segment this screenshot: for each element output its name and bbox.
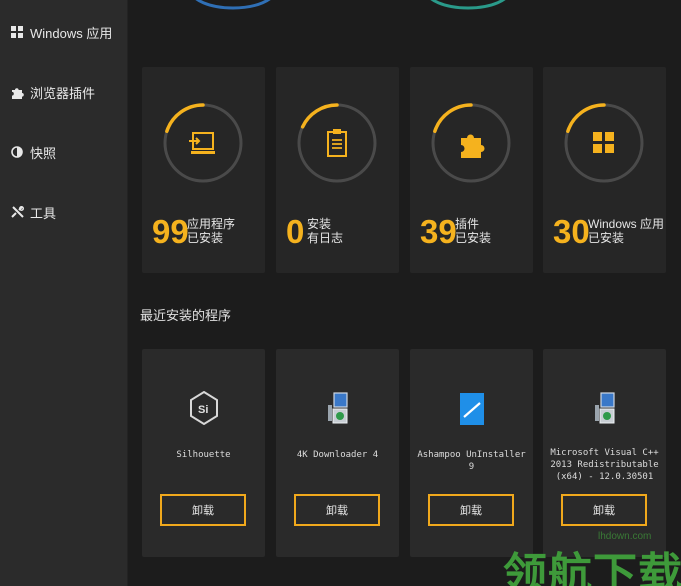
stat-label: 插件 已安装 [455,217,492,245]
stat-number: 0 [286,213,305,250]
svg-text:Si: Si [198,404,208,416]
progress-ring [297,103,377,183]
sidebar-item-windows-apps[interactable]: Windows 应用 [0,15,128,49]
app-name: Ashampoo UnInstaller 9 [417,450,526,472]
section-title-recent: 最近安装的程序 [140,308,232,323]
stat-card-install-logs[interactable]: 0 安装 有日志 [276,67,399,273]
windows-grid-icon [593,132,614,153]
top-ring-decoration [195,0,271,10]
uninstall-button[interactable]: 卸载 [160,494,246,526]
uninstall-button[interactable]: 卸载 [294,494,380,526]
tools-icon [10,205,24,219]
stat-number: 39 [420,213,457,250]
stat-number: 30 [553,213,590,250]
sidebar: Windows 应用 浏览器插件 快照 工具 [0,0,128,586]
stat-label: 安装 有日志 [307,217,344,245]
app-name: Silhouette [176,450,231,460]
windows-grid-icon [10,25,24,39]
app-name: 4K Downloader 4 [296,450,379,460]
installer-package-icon [594,392,615,424]
installer-package-icon [327,392,348,424]
top-ring-decoration [430,0,506,10]
progress-ring [163,103,243,183]
stat-number: 99 [152,213,189,250]
progress-ring [431,103,511,183]
sidebar-item-browser-plugins[interactable]: 浏览器插件 [0,75,128,109]
snapshot-icon [10,145,24,159]
recent-app-card: 4K Downloader 4 卸载 [276,349,399,557]
watermark: lhdown.com 领航下载 [503,528,681,586]
clipboard-icon [327,129,347,157]
sidebar-item-label: 浏览器插件 [30,85,96,101]
sidebar-item-label: 快照 [30,145,57,161]
sidebar-item-tools[interactable]: 工具 [0,195,128,229]
main-content: 99 应用程序 已安装 0 安装 有日志 39 插件 已安装 30 Window… [128,0,681,586]
recent-app-card: Ashampoo UnInstaller 9 卸载 [410,349,533,557]
laptop-install-icon [189,132,215,154]
stat-label: 应用程序 已安装 [187,217,236,245]
uninstall-button[interactable]: 卸载 [561,494,647,526]
ashampoo-app-icon [459,393,484,425]
recent-app-card: Si Silhouette 卸载 [142,349,265,557]
stat-label: Windows 应用 已安装 [588,217,665,245]
sidebar-item-label: Windows 应用 [30,25,113,41]
watermark-text: 领航下载 [503,549,681,586]
sidebar-item-snapshots[interactable]: 快照 [0,135,128,169]
stat-card-plugins[interactable]: 39 插件 已安装 [410,67,533,273]
stat-card-windows-apps[interactable]: 30 Windows 应用 已安装 [543,67,666,273]
puzzle-icon [461,134,485,158]
stat-card-apps[interactable]: 99 应用程序 已安装 [142,67,265,273]
progress-ring [564,103,644,183]
recent-app-card: Microsoft Visual C++ 2013 Redistributabl… [543,349,666,557]
silhouette-app-icon: Si [189,391,218,425]
puzzle-icon [10,85,24,99]
sidebar-item-label: 工具 [30,205,57,221]
uninstall-button[interactable]: 卸载 [428,494,514,526]
app-name: Microsoft Visual C++ 2013 Redistributabl… [550,448,659,482]
